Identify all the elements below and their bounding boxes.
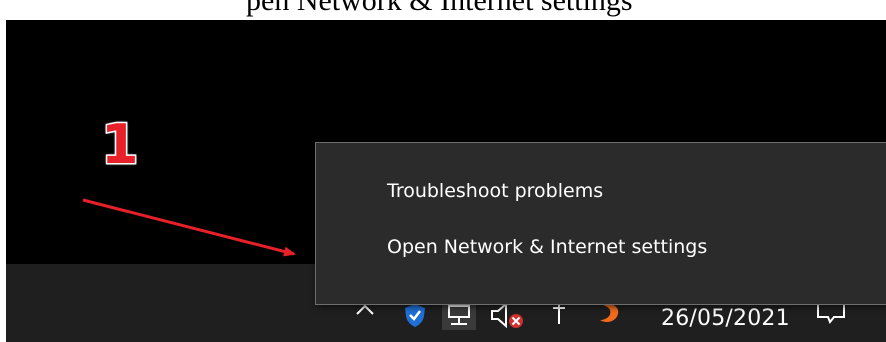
taskbar-date[interactable]: 26/05/2021 (661, 306, 790, 331)
menu-item-troubleshoot-problems[interactable]: Troubleshoot problems (316, 165, 886, 217)
caption-text: pen Network & Internet settings (246, 0, 633, 17)
pen-icon[interactable] (548, 302, 570, 328)
shield-check-icon[interactable] (402, 302, 428, 328)
image-border (0, 20, 6, 342)
screenshot-frame: pen Network & Internet settings 26/05/20… (0, 0, 886, 342)
menu-item-open-network-settings[interactable]: Open Network & Internet settings (316, 221, 886, 273)
annotation-number: 1 (100, 113, 141, 176)
network-context-menu: Troubleshoot problems Open Network & Int… (315, 142, 886, 305)
caption-strip: pen Network & Internet settings (0, 0, 886, 20)
